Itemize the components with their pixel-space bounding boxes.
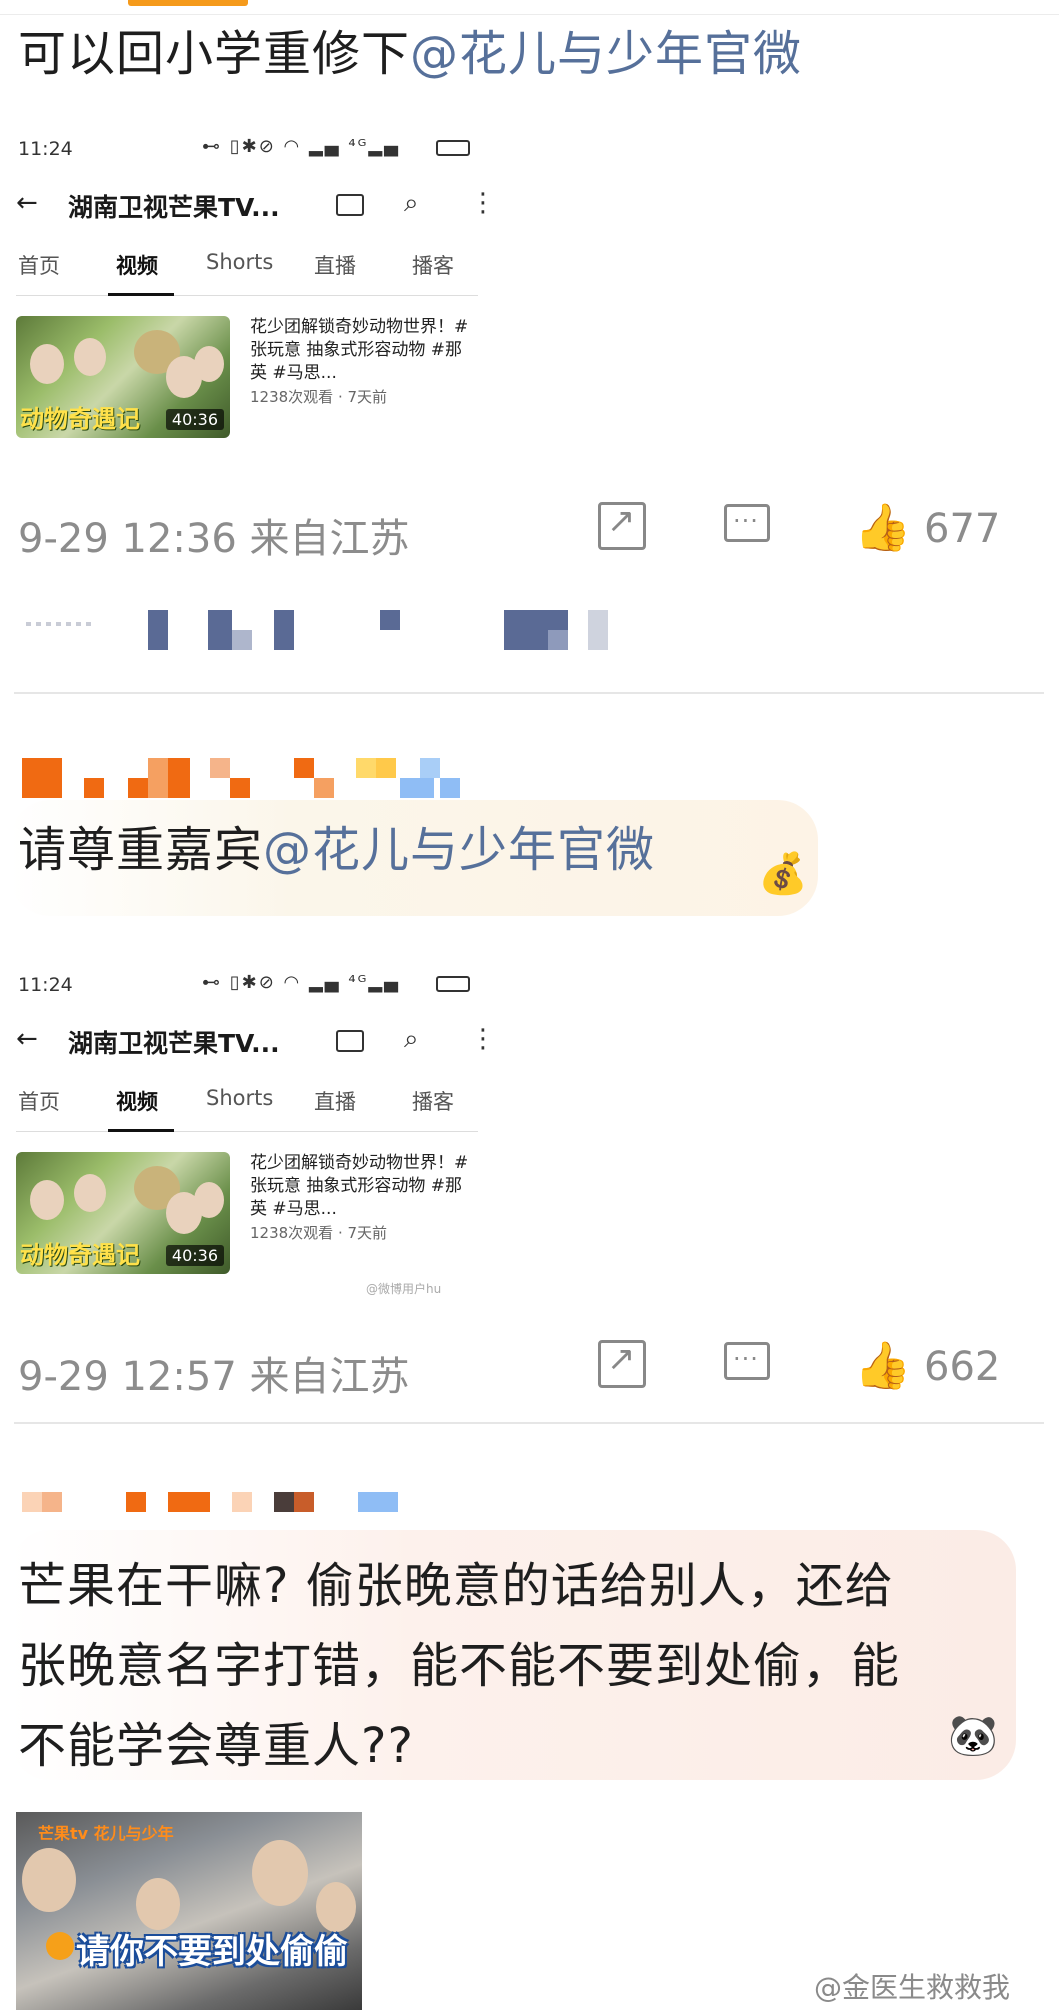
app-bar: ← 湖南卫视芒果TV... ⌕ ⋮ (16, 182, 496, 226)
video-thumbnail: 动物奇遇记 40:36 (16, 316, 230, 438)
tab-shorts: Shorts (206, 1086, 274, 1110)
video-caption: 请你不要到处偷偷 (76, 1932, 348, 1972)
tab-podcasts: 播客 (412, 1090, 454, 1114)
top-accent-bar (128, 0, 248, 6)
battery-icon (436, 140, 470, 156)
video-duration: 40:36 (165, 409, 224, 430)
tab-shorts: Shorts (206, 250, 274, 274)
video-meta: 1238次观看 · 7天前 (250, 1224, 388, 1242)
active-tab-indicator (108, 1129, 174, 1132)
share-icon[interactable] (598, 501, 646, 550)
back-arrow-icon: ← (16, 1024, 38, 1054)
tab-videos: 视频 (116, 1090, 158, 1114)
post-2-meta-row: 9-29 12:57 来自江苏 👍 662 (18, 1338, 1038, 1400)
post-1-mention[interactable]: @花儿与少年官微 (410, 26, 802, 82)
tab-videos: 视频 (116, 254, 158, 278)
thumbs-up-icon[interactable]: 👍 (854, 1338, 911, 1393)
tab-live: 直播 (314, 254, 356, 278)
tab-live: 直播 (314, 1090, 356, 1114)
post-3-line-1: 芒果在干嘛? 偷张晚意的话给别人，还给 (18, 1558, 894, 1614)
cast-icon (336, 1030, 364, 1052)
search-icon: ⌕ (404, 188, 419, 218)
tab-home: 首页 (18, 254, 60, 278)
post-2-body: 请尊重嘉宾 (18, 822, 264, 878)
channel-tabs: 首页 视频 Shorts 直播 播客 (16, 250, 478, 296)
video-meta: 1238次观看 · 7天前 (250, 388, 388, 406)
battery-icon (436, 976, 470, 992)
status-time: 11:24 (18, 974, 73, 996)
active-tab-indicator (108, 293, 174, 296)
post-3-line-2: 张晚意名字打错，能不能不要到处偷，能 (18, 1638, 901, 1694)
thumbnail-title: 动物奇遇记 (20, 1241, 140, 1269)
post-2-time: 9-29 12:57 来自江苏 (18, 1354, 410, 1400)
status-icons: ⊷ ▯✱⊘ ◠ ▂▄ ⁴ᴳ▂▄ (202, 136, 401, 157)
thumbnail-title: 动物奇遇记 (20, 405, 140, 433)
video-thumbnail: 动物奇遇记 40:36 (16, 1152, 230, 1274)
tab-podcasts: 播客 (412, 254, 454, 278)
comment-icon[interactable] (724, 504, 770, 542)
video-title: 花少团解锁奇妙动物世界！#张玩意 抽象式形容动物 #那英 #马思... (250, 317, 469, 383)
post-3-text: 芒果在干嘛? 偷张晚意的话给别人，还给 张晚意名字打错，能不能不要到处偷，能 不… (18, 1546, 900, 1786)
more-vert-icon: ⋮ (470, 188, 496, 218)
app-bar: ← 湖南卫视芒果TV... ⌕ ⋮ (16, 1018, 496, 1062)
search-icon: ⌕ (404, 1024, 419, 1054)
post-1-text: 可以回小学重修下@花儿与少年官微 (18, 22, 802, 86)
panda-sticker: 🐼 (948, 1713, 998, 1759)
post-1-screenshot[interactable]: 11:24 ⊷ ▯✱⊘ ◠ ▂▄ ⁴ᴳ▂▄ ← 湖南卫视芒果TV... ⌕ ⋮ … (16, 128, 496, 458)
post-1-like-count: 677 (924, 506, 1001, 552)
money-bag-sticker: 💰 (758, 851, 808, 897)
share-icon[interactable] (598, 1339, 646, 1388)
post-3-video-thumbnail[interactable]: 芒果tv 花儿与少年 请你不要到处偷偷 (16, 1812, 362, 2010)
tab-home: 首页 (18, 1090, 60, 1114)
weibo-watermark: @金医生救救我 (814, 1971, 1011, 2004)
post-2-mention[interactable]: @花儿与少年官微 (263, 822, 655, 878)
post-2-screenshot[interactable]: 11:24 ⊷ ▯✱⊘ ◠ ▂▄ ⁴ᴳ▂▄ ← 湖南卫视芒果TV... ⌕ ⋮ … (16, 964, 496, 1296)
post-divider-2 (14, 1422, 1044, 1424)
video-duration: 40:36 (165, 1245, 224, 1266)
post-divider-1 (14, 692, 1044, 694)
channel-tabs: 首页 视频 Shorts 直播 播客 (16, 1086, 478, 1132)
status-icons: ⊷ ▯✱⊘ ◠ ▂▄ ⁴ᴳ▂▄ (202, 972, 401, 993)
post-1-body: 可以回小学重修下 (18, 26, 411, 82)
comment-icon[interactable] (724, 1342, 770, 1380)
post-2-text: 请尊重嘉宾@花儿与少年官微 (18, 818, 655, 882)
post-1-time: 9-29 12:36 来自江苏 (18, 516, 410, 562)
post-2-like-count: 662 (924, 1344, 1001, 1390)
back-arrow-icon: ← (16, 188, 38, 218)
post-3-line-3: 不能学会尊重人?? (18, 1718, 414, 1774)
screenshot-watermark: @微博用户hu (366, 1282, 442, 1296)
post-1-meta-row: 9-29 12:36 来自江苏 👍 677 (18, 500, 1038, 562)
top-divider (0, 14, 1059, 15)
cast-icon (336, 194, 364, 216)
channel-name: 湖南卫视芒果TV... (68, 1029, 280, 1058)
channel-name: 湖南卫视芒果TV... (68, 193, 280, 222)
more-vert-icon: ⋮ (470, 1024, 496, 1054)
video-logo: 芒果tv 花儿与少年 (38, 1824, 174, 1843)
thumbs-up-icon[interactable]: 👍 (854, 500, 911, 555)
mango-icon (46, 1932, 74, 1960)
video-title: 花少团解锁奇妙动物世界！#张玩意 抽象式形容动物 #那英 #马思... (250, 1153, 469, 1219)
status-time: 11:24 (18, 138, 73, 160)
